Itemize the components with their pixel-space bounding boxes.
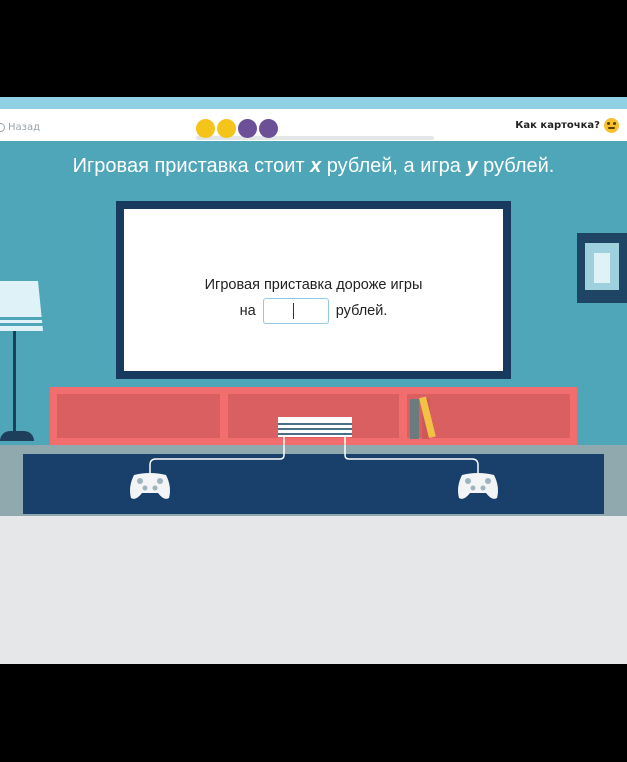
progress-dot xyxy=(217,119,236,138)
question-part: Игровая приставка стоит xyxy=(72,155,311,177)
header-bar: Назад Как карточка? xyxy=(0,109,627,141)
lamp-base xyxy=(0,431,34,441)
question-part: рублей, а игра xyxy=(321,155,467,177)
question-text: Игровая приставка стоит x рублей, а игра… xyxy=(0,155,627,178)
tv-screen: Игровая приставка дороже игры на рублей. xyxy=(124,209,503,371)
tv: Игровая приставка дороже игры на рублей. xyxy=(116,201,511,379)
top-strip xyxy=(0,97,627,109)
gamepad-icon xyxy=(458,473,498,499)
question-part: рублей. xyxy=(477,155,555,177)
variable-y: y xyxy=(466,155,478,177)
task-suffix: рублей. xyxy=(335,302,388,319)
game-console xyxy=(278,417,352,437)
back-icon xyxy=(0,123,5,132)
feedback-label: Как карточка? xyxy=(515,120,600,131)
lamp-pole xyxy=(13,331,16,431)
text-caret xyxy=(292,303,294,319)
gamepad-icon xyxy=(130,473,170,499)
progress-dot xyxy=(196,119,215,138)
frowning-face-icon xyxy=(604,118,619,133)
wall-picture xyxy=(577,233,627,303)
picture-image xyxy=(594,253,610,283)
task-text: Игровая приставка дороже игры на рублей. xyxy=(124,273,503,324)
card-feedback-button[interactable]: Как карточка? xyxy=(515,118,619,133)
console-stripe xyxy=(278,428,352,430)
variable-x: x xyxy=(310,155,322,177)
answer-input[interactable] xyxy=(262,298,329,324)
console-stripe xyxy=(278,433,352,435)
book xyxy=(410,399,419,439)
back-button[interactable]: Назад xyxy=(0,122,40,133)
lower-panel xyxy=(0,516,627,664)
controller-cables xyxy=(149,437,479,477)
app-window: Назад Как карточка? Игровая приставка ст… xyxy=(0,97,627,664)
progress-dot xyxy=(259,119,278,138)
shelf-cell xyxy=(57,394,220,438)
task-prefix: на xyxy=(239,302,256,319)
room-scene: Игровая приставка стоит x рублей, а игра… xyxy=(0,141,627,516)
task-answer-line: на рублей. xyxy=(124,298,503,324)
console-stripe xyxy=(278,423,352,425)
progress-dots xyxy=(196,119,278,138)
task-line: Игровая приставка дороже игры xyxy=(204,277,423,293)
lamp-shade-icon xyxy=(0,281,43,331)
progress-dot xyxy=(238,119,257,138)
back-label: Назад xyxy=(8,122,41,133)
